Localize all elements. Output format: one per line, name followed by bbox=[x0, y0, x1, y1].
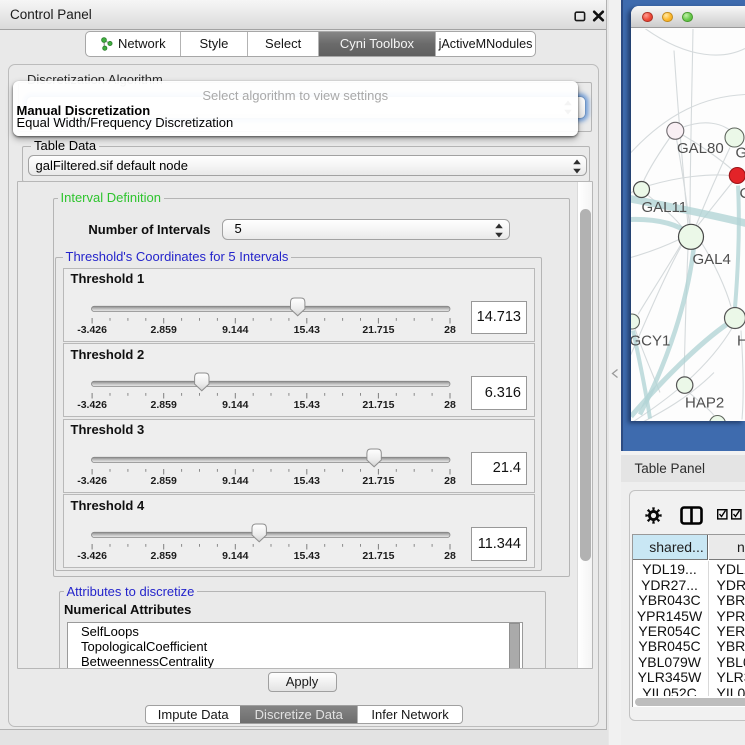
svg-text:-3.426: -3.426 bbox=[77, 399, 107, 411]
svg-text:-3.426: -3.426 bbox=[77, 550, 107, 562]
svg-text:-3.426: -3.426 bbox=[77, 323, 107, 335]
svg-text:GCY1: GCY1 bbox=[631, 332, 670, 349]
svg-text:15.43: 15.43 bbox=[293, 474, 319, 486]
svg-text:HAP2: HAP2 bbox=[685, 394, 724, 411]
svg-text:28: 28 bbox=[444, 474, 456, 486]
svg-text:15.43: 15.43 bbox=[293, 323, 319, 335]
svg-text:28: 28 bbox=[444, 399, 456, 411]
svg-text:9.144: 9.144 bbox=[222, 323, 248, 335]
svg-text:GAL80: GAL80 bbox=[736, 144, 745, 161]
svg-text:28: 28 bbox=[444, 323, 456, 335]
svg-text:9.144: 9.144 bbox=[222, 474, 248, 486]
svg-text:GAL4: GAL4 bbox=[693, 251, 731, 268]
svg-text:2.859: 2.859 bbox=[150, 474, 176, 486]
svg-text:GAL80: GAL80 bbox=[677, 139, 724, 156]
svg-text:15.43: 15.43 bbox=[293, 550, 319, 562]
svg-text:-3.426: -3.426 bbox=[77, 474, 107, 486]
svg-text:21.715: 21.715 bbox=[362, 323, 394, 335]
svg-text:21.715: 21.715 bbox=[362, 399, 394, 411]
svg-text:28: 28 bbox=[444, 550, 456, 562]
svg-text:H: H bbox=[737, 332, 745, 349]
svg-text:CY: CY bbox=[740, 185, 745, 202]
svg-text:9.144: 9.144 bbox=[222, 399, 248, 411]
svg-text:2.859: 2.859 bbox=[150, 323, 176, 335]
svg-text:21.715: 21.715 bbox=[362, 474, 394, 486]
svg-text:2.859: 2.859 bbox=[150, 399, 176, 411]
svg-text:2.859: 2.859 bbox=[150, 550, 176, 562]
svg-text:GAL11: GAL11 bbox=[642, 199, 688, 216]
svg-text:9.144: 9.144 bbox=[222, 550, 248, 562]
svg-text:15.43: 15.43 bbox=[293, 399, 319, 411]
svg-text:21.715: 21.715 bbox=[362, 550, 394, 562]
